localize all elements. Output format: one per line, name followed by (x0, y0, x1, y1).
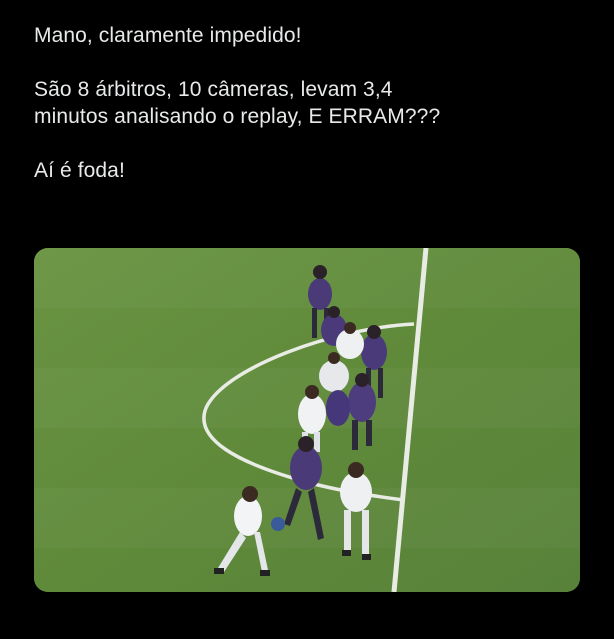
tweet-line: Mano, claramente impedido! (34, 24, 302, 47)
ball (271, 517, 285, 531)
tweet-line: São 8 árbitros, 10 câmeras, levam 3,4 (34, 78, 393, 101)
tweet-line: minutos analisando o replay, E ERRAM??? (34, 105, 441, 128)
tweet-media-photo[interactable] (34, 248, 580, 592)
football-pitch-image (34, 248, 580, 592)
tweet-line: Aí é foda! (34, 159, 125, 182)
tweet-text: Mano, claramente impedido! São 8 árbitro… (34, 22, 594, 184)
